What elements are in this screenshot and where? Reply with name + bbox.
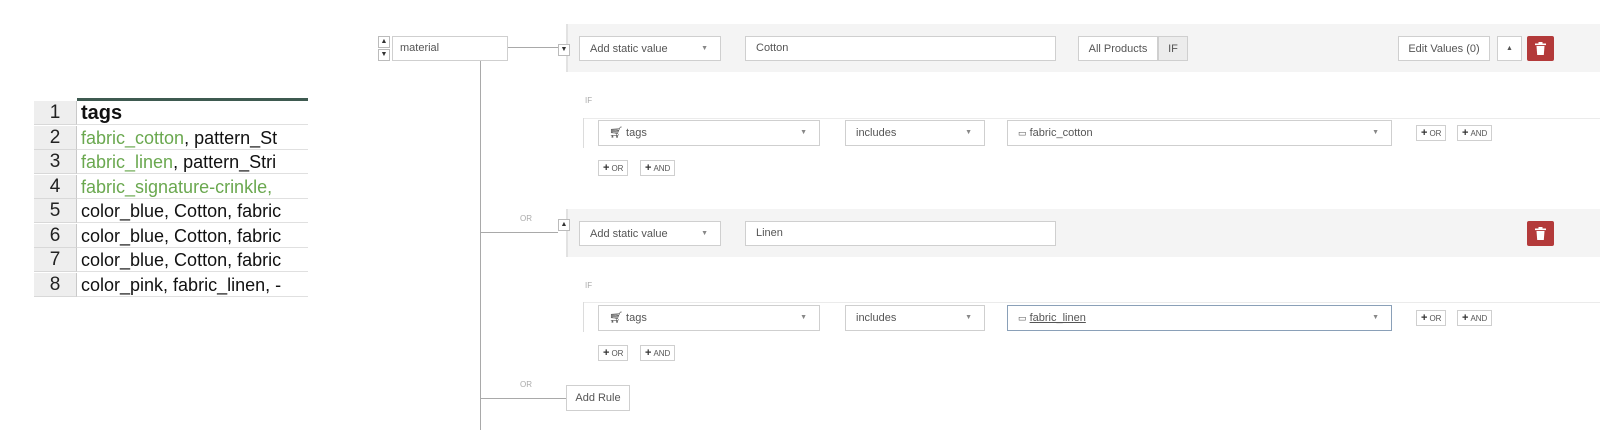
cell-text: color_blue, Cotton, fabric [81,201,282,221]
sheet-row: 8 color_pink, fabric_linen, - [34,272,308,297]
delete-rule-button-2[interactable] [1527,221,1554,246]
attribute-select-2[interactable]: 🛒︎ tags ▼ [598,305,820,331]
sheet-cell[interactable]: fabric_cotton, pattern_St [77,126,308,150]
delete-rule-button-1[interactable] [1527,36,1554,61]
source-select-1[interactable]: Add static value ▼ [579,36,721,61]
sheet-cell[interactable]: color_blue, Cotton, fabric [77,248,308,272]
collapse-toggle-2[interactable]: ▲ [558,219,570,231]
sheet-row: 6 color_blue, Cotton, fabric [34,223,308,248]
tree-connector [480,398,566,399]
sheet-cell[interactable]: color_blue, Cotton, fabric [77,224,308,248]
if-toggle-button[interactable]: IF [1158,36,1188,61]
divider [583,118,1600,119]
if-label: IF [585,96,593,105]
cart-icon: 🛒︎ [609,312,623,324]
tree-connector [508,47,558,48]
all-products-button[interactable]: All Products [1078,36,1158,61]
sort-up-button[interactable]: ▲ [378,36,390,48]
sheet-cell[interactable]: fabric_linen, pattern_Stri [77,150,308,174]
cell-text: color_blue, Cotton, fabric [81,250,282,270]
or-label: OR [520,214,532,223]
row-number[interactable]: 7 [34,248,77,272]
sheet-row: 1 tags [34,101,308,125]
cell-text: , pattern_Stri [173,152,277,172]
cell-text: fabric_signature-crinkle, [81,176,273,197]
rule-value-input-2[interactable]: Linen [745,221,1056,246]
and-button[interactable]: + AND [1457,125,1493,141]
match-select-2[interactable]: ▭ fabric_linen ▼ [1007,305,1392,331]
row-number[interactable]: 4 [34,174,77,199]
cell-text: color_pink, fabric_linen, - [81,274,282,295]
or-button[interactable]: + OR [1416,310,1447,326]
sheet-row: 3 fabric_linen, pattern_Stri [34,150,308,174]
attribute-select-1[interactable]: 🛒︎ tags ▼ [598,120,820,146]
row-number[interactable]: 6 [34,223,77,248]
and-button[interactable]: + AND [640,160,676,176]
row-number[interactable]: 2 [34,125,77,150]
tree-connector [480,232,558,233]
row-number[interactable]: 3 [34,150,77,174]
tag-icon: ▭ [1018,128,1027,138]
divider [583,118,584,148]
sheet-row: 4 fabric_signature-crinkle, [34,174,308,199]
sheet-row: 7 color_blue, Cotton, fabric [34,248,308,272]
cell-text: tags [81,102,123,124]
sort-down-button[interactable]: ▼ [378,49,390,61]
cart-icon: 🛒︎ [609,127,623,139]
cell-text: fabric_linen [81,152,174,172]
divider [583,302,1600,303]
rule-value-input-1[interactable]: Cotton [745,36,1056,61]
sheet-cell[interactable]: color_pink, fabric_linen, - [77,273,308,297]
divider [583,302,584,332]
cell-text: color_blue, Cotton, fabric [81,225,282,246]
and-button[interactable]: + AND [1457,310,1493,326]
or-button[interactable]: + OR [1416,125,1447,141]
sheet-cell[interactable]: color_blue, Cotton, fabric [77,199,308,223]
row-number[interactable]: 8 [34,272,77,297]
trash-icon [1535,227,1546,240]
if-label: IF [585,281,593,290]
sheet-cell[interactable]: fabric_signature-crinkle, [77,175,308,199]
row-number[interactable]: 1 [34,101,77,125]
cell-text: fabric_cotton [81,127,185,148]
or-button[interactable]: + OR [598,345,629,361]
move-up-button[interactable]: ▲ [1497,36,1522,61]
tree-connector [480,61,481,430]
sheet-row: 5 color_blue, Cotton, fabric [34,199,308,223]
collapse-toggle-1[interactable]: ▼ [558,44,570,56]
field-name-input[interactable]: material [392,36,508,61]
cell-text: , pattern_St [184,127,278,148]
row-number[interactable]: 5 [34,199,77,223]
operator-select-1[interactable]: includes ▼ [845,120,985,146]
add-rule-button[interactable]: Add Rule [566,385,630,411]
operator-select-2[interactable]: includes ▼ [845,305,985,331]
and-button[interactable]: + AND [640,345,676,361]
match-select-1[interactable]: ▭ fabric_cotton ▼ [1007,120,1392,146]
rule-row-2 [566,209,1600,257]
or-button[interactable]: + OR [598,160,629,176]
trash-icon [1535,42,1546,55]
edit-values-button[interactable]: Edit Values (0) [1398,36,1490,61]
tag-icon: ▭ [1018,313,1027,323]
sheet-row: 2 fabric_cotton, pattern_St [34,125,308,150]
source-select-2[interactable]: Add static value ▼ [579,221,721,246]
or-label: OR [520,380,532,389]
column-header-cell[interactable]: tags [77,101,308,125]
